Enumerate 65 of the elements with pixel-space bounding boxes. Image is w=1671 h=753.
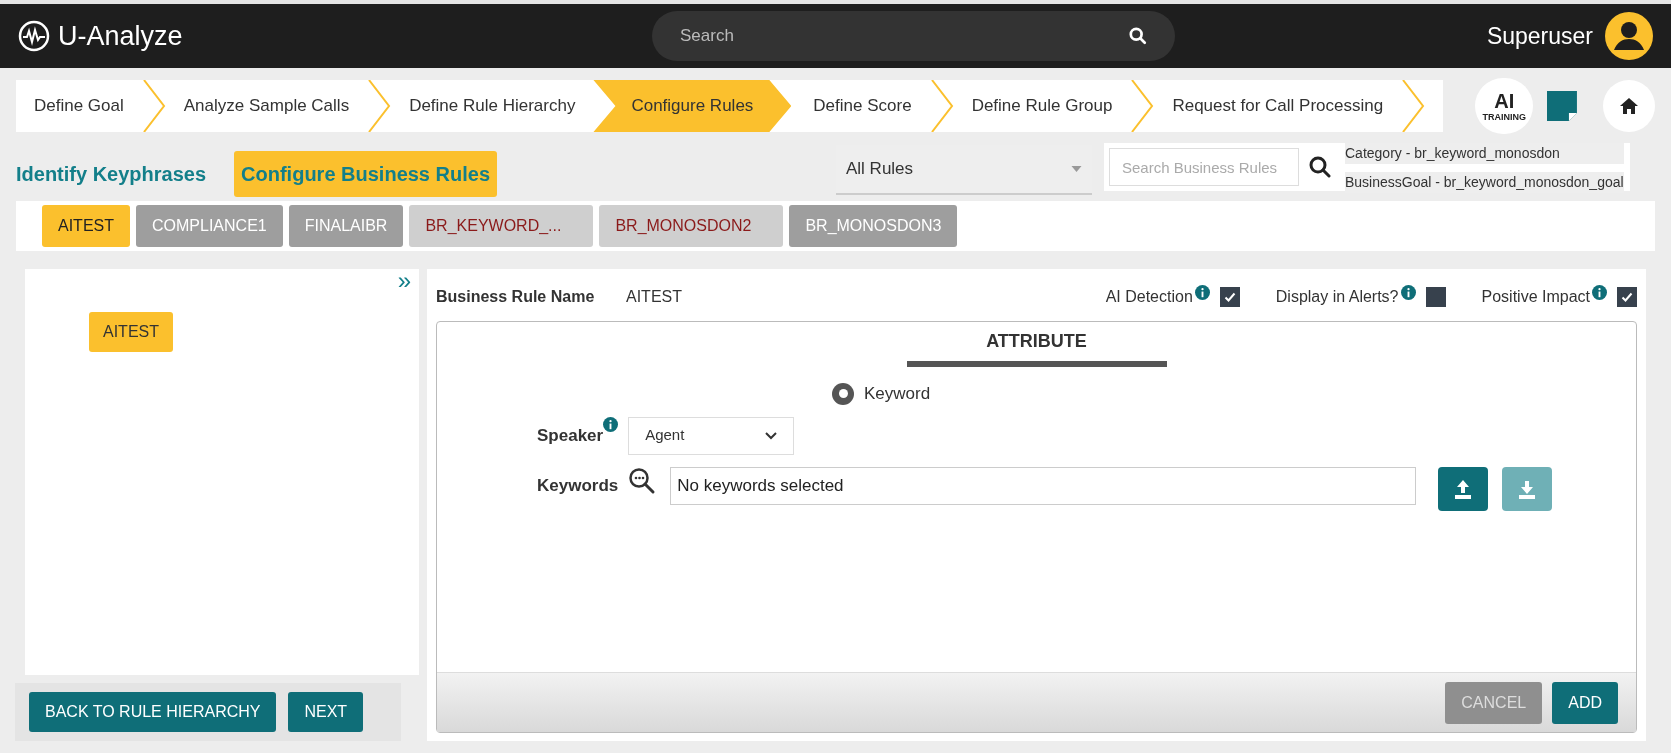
step-tab[interactable]: Define Score [795,80,930,132]
flag-label: Positive Impact [1481,287,1590,307]
rule-chip[interactable]: AITEST [42,205,130,247]
chevron-icon [1130,80,1155,132]
chevron-icon [1401,80,1426,132]
home-button[interactable] [1603,80,1655,132]
flag-label: Display in Alerts? [1275,287,1399,307]
checkbox[interactable] [1219,287,1240,307]
info-icon [1592,285,1607,300]
chevron-icon [367,80,392,132]
form-button[interactable]: ADD [1552,681,1618,724]
chevron-down-icon [765,431,778,440]
checkbox[interactable] [1425,287,1446,307]
nav-button[interactable]: NEXT [288,692,364,732]
rule-chip[interactable]: BR_KEYWORD_... [409,205,594,247]
search-icon [1309,156,1331,178]
step-tab[interactable]: Define Rule Group [953,80,1131,132]
radio-button[interactable] [832,382,854,405]
step-tab[interactable]: Analyze Sample Calls [165,80,368,132]
step-tab[interactable]: Define Rule Hierarchy [391,80,594,132]
field-label: Keywords [537,474,619,497]
section-title: ATTRIBUTE [986,330,1087,353]
field-label: Business Rule Name [436,287,596,307]
step-tab[interactable]: Define Goal [16,80,142,132]
search-icon [1129,27,1147,45]
sticky-note-icon [1547,91,1578,121]
app-title: U-Analyze [58,19,183,53]
avatar-icon [1605,12,1653,60]
search-field[interactable]: Search [652,11,1175,61]
check-icon [1223,291,1236,303]
chevron-icon [141,80,166,132]
check-icon [1621,291,1633,303]
info-icon [603,416,619,432]
rule-chip[interactable]: BR_MONOSDON2 [599,205,784,247]
step-tab[interactable]: Configure Rules [593,80,792,132]
chevron-icon [929,80,954,132]
caret-icon [1071,166,1082,172]
download-icon [1502,466,1553,511]
subtab[interactable]: Identify Keyphrases [16,159,207,189]
info-text: BusinessGoal - br_keyword_monosdon_goal [1345,172,1624,193]
ai-training-label: AI [1494,90,1515,111]
dropdown-value: All Rules [846,158,915,181]
keywords-field[interactable]: No keywords selected [670,466,1417,505]
rule-name: AITEST [626,287,683,307]
ai-training-button[interactable]: AI TRAINING [1475,78,1534,134]
ai-training-label: TRAINING [1482,112,1526,122]
flag-label: AI Detection [1105,287,1193,307]
logo-icon [18,20,50,52]
collapse-button[interactable]: » [397,269,411,293]
keyword-search-icon [628,466,657,495]
checkbox[interactable] [1617,287,1637,307]
dropdown-value: Agent [645,425,685,446]
upload-icon [1438,466,1489,511]
info-icon [1194,285,1210,300]
step-tab[interactable]: Request for Call Processing [1154,80,1402,132]
nav-button[interactable]: BACK TO RULE HIERARCHY [29,692,277,732]
radio-label: Keyword [864,383,931,405]
info-icon [1400,285,1416,300]
field-label: Speaker [537,424,604,447]
info-text: Category - br_keyword_monosdon [1345,143,1624,164]
home-icon [1619,96,1640,116]
user-name: Superuser [1486,21,1593,51]
speaker-dropdown[interactable]: Agent [628,416,795,455]
tree-item[interactable]: AITEST [89,312,173,352]
rule-search-field[interactable]: Search Business Rules [1109,148,1299,186]
